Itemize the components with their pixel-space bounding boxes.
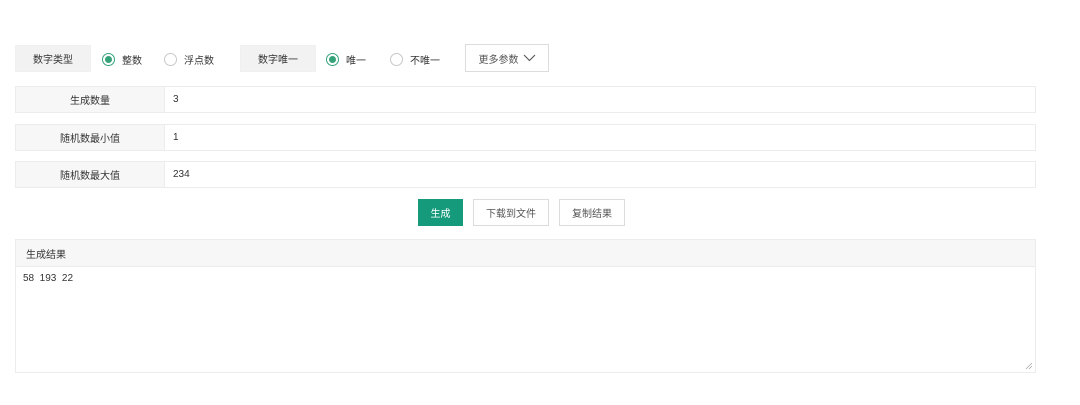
radio-checked-icon[interactable] [326,52,339,66]
result-textarea[interactable]: 58 193 22 [16,267,1035,372]
number-type-label: 数字类型 [15,45,91,72]
download-button-label: 下载到文件 [486,209,536,220]
max-label: 随机数最大值 [16,162,165,187]
max-input[interactable] [165,162,1035,187]
generate-button[interactable]: 生成 [418,199,463,226]
radio-unique-label: 唯一 [346,55,366,67]
min-input[interactable] [165,125,1035,150]
chevron-down-icon [523,54,535,62]
radio-integer-label: 整数 [122,55,142,67]
more-params-button[interactable]: 更多参数 [465,44,549,72]
more-params-label: 更多参数 [478,54,519,66]
result-panel: 生成结果 58 193 22 [15,239,1036,373]
radio-unchecked-icon[interactable] [390,52,403,66]
copy-result-button[interactable]: 复制结果 [559,199,625,226]
count-label: 生成数量 [16,87,165,112]
count-row: 生成数量 [15,86,1036,113]
number-unique-label: 数字唯一 [240,45,316,72]
resize-grip-icon[interactable] [1025,362,1033,370]
copy-result-button-label: 复制结果 [572,209,612,220]
generate-button-label: 生成 [430,209,451,220]
min-label: 随机数最小值 [16,125,165,150]
radio-checked-icon[interactable] [102,52,115,66]
max-row: 随机数最大值 [15,161,1036,188]
radio-float[interactable]: 浮点数 [164,51,214,67]
radio-unique[interactable]: 唯一 [326,51,366,67]
radio-unchecked-icon[interactable] [164,52,177,66]
radio-float-label: 浮点数 [184,55,214,67]
result-title: 生成结果 [16,240,1035,267]
radio-integer[interactable]: 整数 [102,51,142,67]
number-type-label-text: 数字类型 [33,55,73,66]
count-input[interactable] [165,87,1035,112]
radio-not-unique[interactable]: 不唯一 [390,51,440,67]
download-button[interactable]: 下载到文件 [473,199,549,226]
min-row: 随机数最小值 [15,124,1036,151]
radio-not-unique-label: 不唯一 [410,55,440,67]
number-unique-label-text: 数字唯一 [258,55,298,66]
